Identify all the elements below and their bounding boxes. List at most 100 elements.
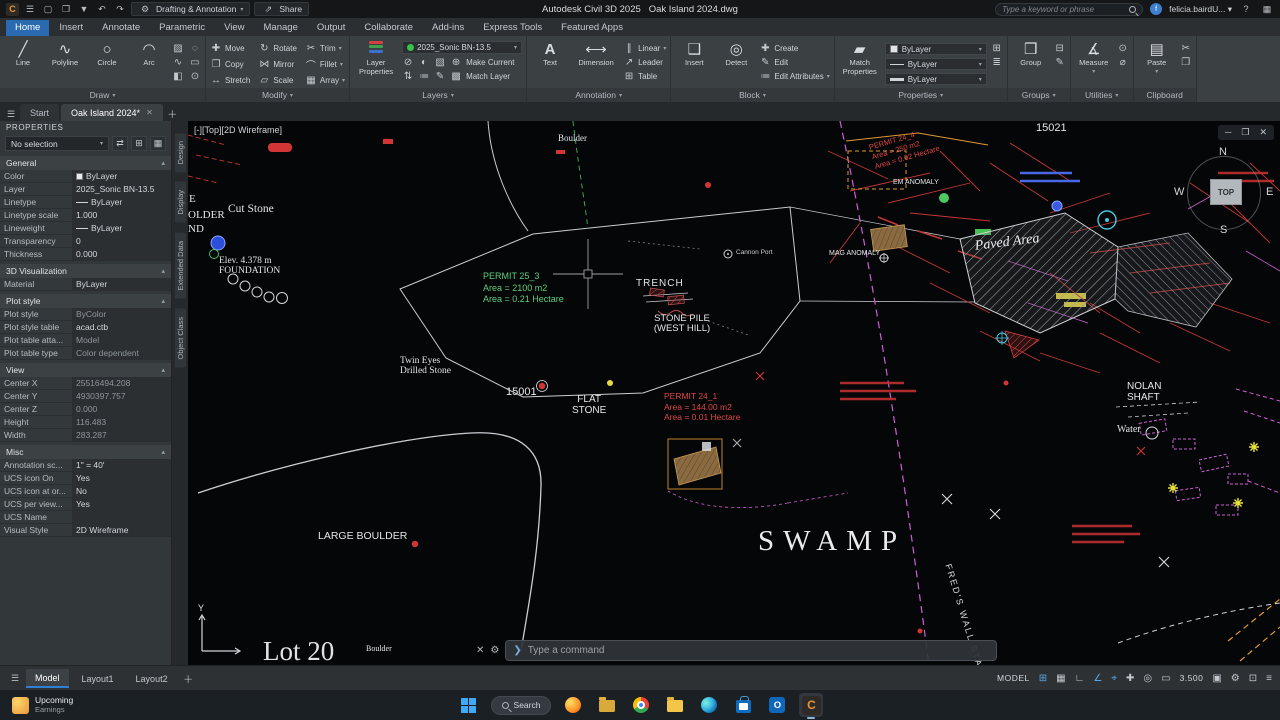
prop-row[interactable]: Layer2025_Sonic BN-13.5	[0, 183, 171, 196]
layer-dropdown[interactable]: 2025_Sonic BN-13.5 ▾	[402, 41, 522, 54]
label-cannon-port[interactable]: Cannon Port	[736, 249, 773, 256]
close-icon[interactable]: ✕	[1259, 127, 1267, 138]
toggle-pickadd-icon[interactable]: ⇄	[112, 136, 128, 151]
label-twin-eyes[interactable]: Twin Eyes Drilled Stone	[400, 356, 451, 377]
make-current-button[interactable]: Make Current	[466, 58, 514, 67]
prop-row[interactable]: Plot table atta...Model	[0, 334, 171, 347]
measure-button[interactable]: ∡Measure▾	[1075, 38, 1113, 88]
rectangle-icon[interactable]: ▭	[189, 57, 201, 68]
edge-taskbar-button[interactable]	[697, 693, 721, 717]
annotation-scale-value[interactable]: 3.500	[1180, 673, 1204, 683]
help-search-input[interactable]	[1002, 5, 1125, 14]
file-tabs-menu-icon[interactable]: ☰	[4, 107, 18, 121]
label-water[interactable]: Water	[1117, 424, 1141, 435]
layer-merge-icon[interactable]: ≔	[418, 71, 430, 82]
label-em-anomaly[interactable]: EM ANOMALY	[893, 179, 939, 187]
match-layer-button[interactable]: Match Layer	[466, 72, 510, 81]
quick-select-icon[interactable]: ⊙	[1117, 43, 1129, 54]
prop-row[interactable]: UCS per view...Yes	[0, 498, 171, 511]
tab-output[interactable]: Output	[308, 20, 355, 36]
share-button[interactable]: ⇗ Share	[254, 2, 309, 16]
side-tab-display[interactable]: Display	[175, 182, 186, 223]
object-tracking-icon[interactable]: ✚	[1126, 673, 1134, 684]
prop-row[interactable]: Plot styleByColor	[0, 308, 171, 321]
polyline-button[interactable]: ∿Polyline	[46, 38, 84, 88]
prop-row[interactable]: MaterialByLayer	[0, 278, 171, 291]
label-edge-older[interactable]: OLDER	[188, 209, 225, 221]
customization-icon[interactable]: ≡	[1266, 673, 1272, 684]
user-menu[interactable]: felicia.bairdU... ▾	[1169, 4, 1232, 15]
copy-button[interactable]: ❐Copy	[210, 57, 250, 72]
insert-button[interactable]: ❑Insert	[675, 38, 713, 88]
edit-block-button[interactable]: ✎Edit	[759, 57, 829, 68]
label-stone-pile[interactable]: STONE PILE (WEST HILL)	[650, 314, 714, 335]
layout-tab-layout2[interactable]: Layout2	[127, 670, 177, 687]
cut-icon[interactable]: ✂	[1180, 43, 1192, 54]
label-permit-24-1[interactable]: PERMIT 24_1 Area = 144.00 m2 Area = 0.01…	[664, 391, 740, 423]
restore-icon[interactable]: ❐	[1241, 127, 1249, 138]
prop-row[interactable]: LinetypeByLayer	[0, 196, 171, 209]
model-space-canvas[interactable]: [-] [Top] [2D Wireframe] ─ ❐ ✕ Boulder C…	[188, 121, 1280, 665]
layer-off-icon[interactable]: ⊘	[402, 57, 414, 68]
lineweight-dropdown[interactable]: ByLayer▾	[885, 73, 987, 85]
isolate-objects-icon[interactable]: ⊡	[1249, 673, 1257, 684]
compass-east[interactable]: E	[1266, 186, 1273, 198]
command-line[interactable]: ❯	[505, 640, 997, 661]
prop-row[interactable]: UCS Name	[0, 511, 171, 524]
space-toggle[interactable]: MODEL	[997, 673, 1030, 683]
side-tab-object-class[interactable]: Object Class	[175, 309, 186, 368]
outlook-taskbar-button[interactable]: O	[765, 693, 789, 717]
panel-title-groups[interactable]: Groups▾	[1008, 88, 1070, 102]
selection-dropdown[interactable]: No selection▾	[5, 136, 109, 151]
create-block-button[interactable]: ✚Create	[759, 43, 829, 54]
civil3d-taskbar-button[interactable]: C	[799, 693, 823, 717]
layer-delete-icon[interactable]: ✎	[434, 71, 446, 82]
prop-row[interactable]: Transparency0	[0, 235, 171, 248]
section-misc[interactable]: Misc▴	[0, 445, 171, 459]
prop-row[interactable]: Height116.483	[0, 416, 171, 429]
panel-title-clipboard[interactable]: Clipboard	[1134, 88, 1196, 102]
tab-view[interactable]: View	[215, 20, 253, 36]
prop-row[interactable]: UCS icon OnYes	[0, 472, 171, 485]
layout-tab-layout1[interactable]: Layout1	[73, 670, 123, 687]
tab-home[interactable]: Home	[6, 20, 49, 36]
minimize-icon[interactable]: ─	[1225, 127, 1231, 138]
store-taskbar-button[interactable]	[731, 693, 755, 717]
label-elevation[interactable]: Elev. 4.378 m	[219, 256, 272, 266]
panel-title-utilities[interactable]: Utilities▾	[1071, 88, 1133, 102]
linear-button[interactable]: ∥Linear▾	[623, 43, 666, 54]
array-button[interactable]: ▦Array▾	[305, 75, 345, 86]
avatar[interactable]: f	[1150, 3, 1162, 15]
table-button[interactable]: ⊞Table	[623, 71, 666, 82]
viewport-visual-style-control[interactable]: [2D Wireframe]	[222, 125, 283, 135]
rotate-button[interactable]: ↻Rotate	[258, 43, 297, 54]
file-tab-document[interactable]: Oak Island 2024*✕	[61, 104, 163, 121]
prop-row[interactable]: LineweightByLayer	[0, 222, 171, 235]
customize-commandline-icon[interactable]: ⚙	[490, 645, 499, 656]
help-icon[interactable]: ?	[1239, 2, 1253, 16]
layer-lock-icon[interactable]: ⊕	[450, 57, 462, 68]
prop-row[interactable]: Thickness0.000	[0, 248, 171, 261]
compass-west[interactable]: W	[1174, 186, 1184, 198]
copy-clip-icon[interactable]: ❐	[1180, 57, 1192, 68]
new-layout-button[interactable]: ＋	[181, 671, 196, 686]
revision-cloud-icon[interactable]: ◌	[189, 43, 201, 54]
label-flat-stone[interactable]: FLAT STONE	[572, 394, 606, 416]
layout-menu-icon[interactable]: ☰	[8, 671, 22, 685]
start-button[interactable]	[457, 693, 481, 717]
stretch-button[interactable]: ↔Stretch	[210, 75, 250, 86]
app-menu-icon[interactable]: ☰	[23, 2, 37, 16]
select-objects-icon[interactable]: ⊞	[131, 136, 147, 151]
workspace-switcher[interactable]: ⚙ Drafting & Annotation ▾	[131, 2, 250, 16]
scale-button[interactable]: ▱Scale	[258, 75, 297, 86]
polar-tracking-icon[interactable]: ∠	[1093, 673, 1102, 684]
label-edge-e[interactable]: E	[189, 193, 196, 205]
section-3d-visualization[interactable]: 3D Visualization▴	[0, 264, 171, 278]
viewport-view-control[interactable]: [Top]	[202, 125, 222, 135]
mirror-button[interactable]: ⋈Mirror	[258, 57, 297, 72]
prop-row[interactable]: ColorByLayer	[0, 170, 171, 183]
label-lot-20[interactable]: Lot 20	[263, 637, 334, 665]
id-point-icon[interactable]: ⌀	[1117, 57, 1129, 68]
dynamic-input-icon[interactable]: ◎	[1143, 673, 1152, 684]
new-drawing-tab-button[interactable]: ＋	[165, 106, 180, 121]
